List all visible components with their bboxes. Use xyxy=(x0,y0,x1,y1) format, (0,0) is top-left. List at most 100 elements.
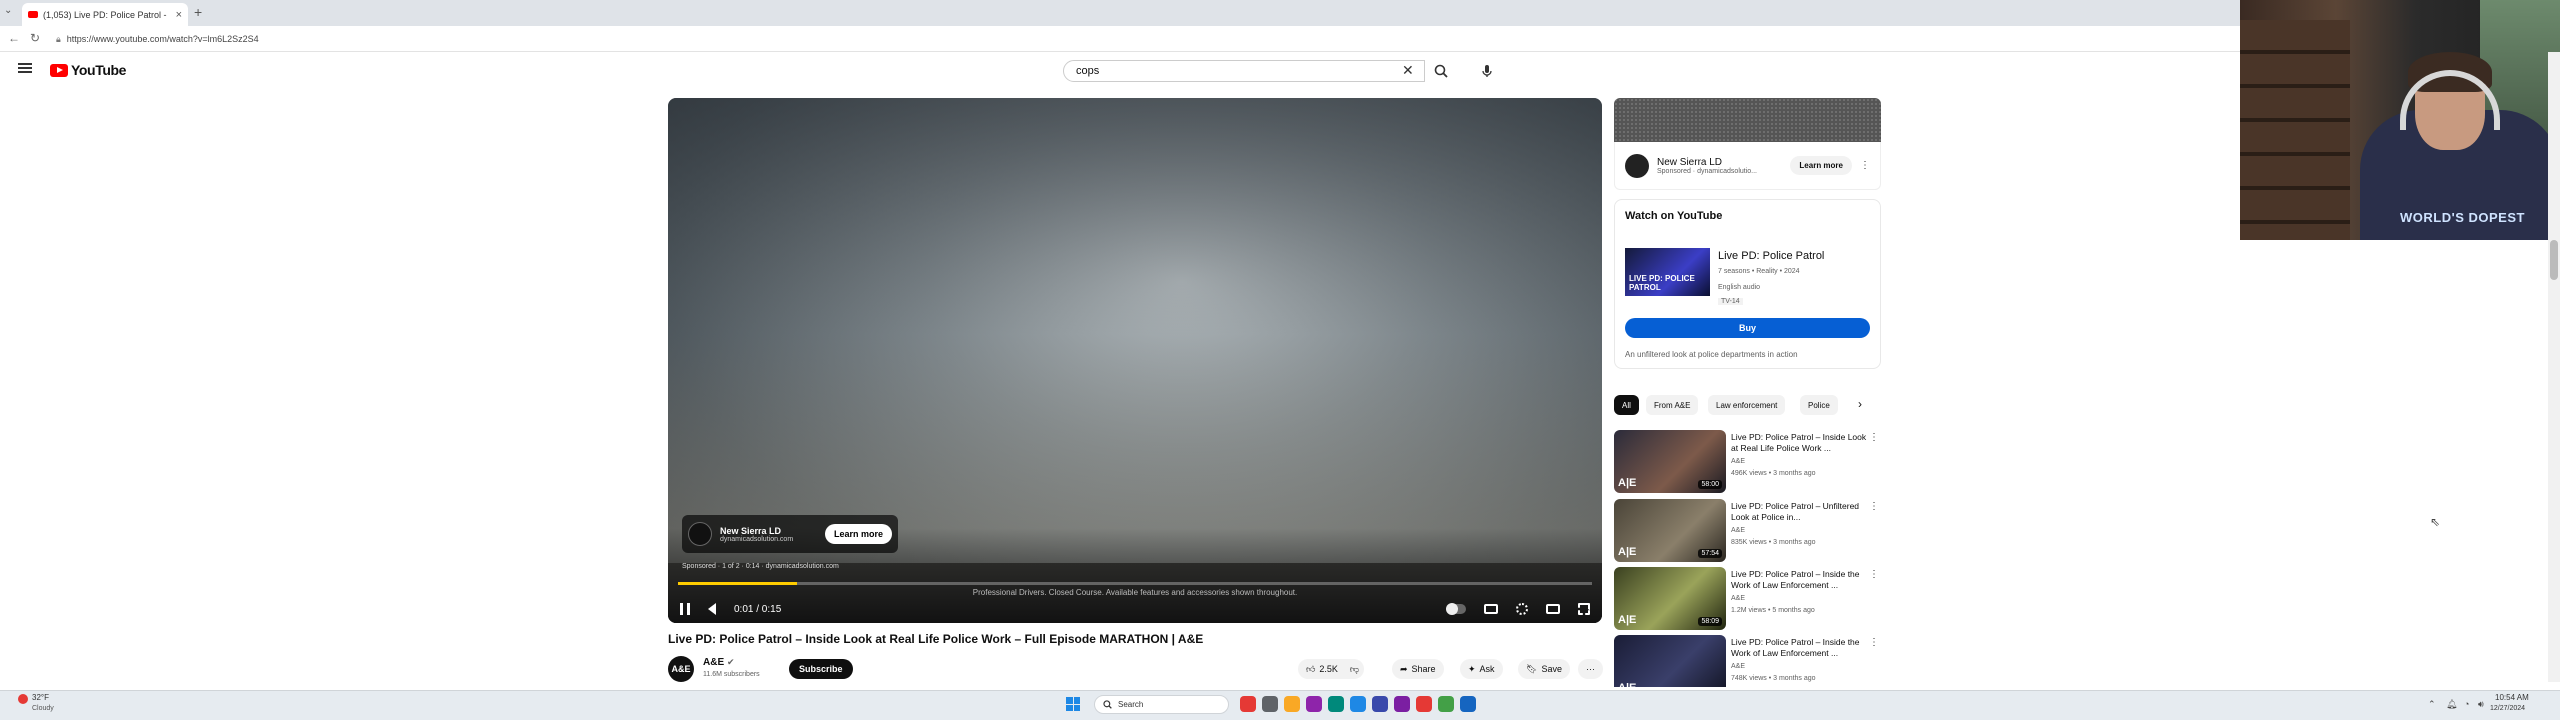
recommendation-item[interactable]: A|E 58:00 Live PD: Police Patrol – Insid… xyxy=(1614,430,1881,494)
sponsored-line: Sponsored · 1 of 2 · 0:14 · dynamicadsol… xyxy=(682,563,839,570)
tab-list-icon[interactable]: ⌄ xyxy=(4,5,12,16)
pause-icon[interactable] xyxy=(680,603,690,615)
more-actions-button[interactable]: ··· xyxy=(1578,659,1603,679)
buy-button[interactable]: Buy xyxy=(1625,318,1870,338)
recommendation-title[interactable]: Live PD: Police Patrol – Inside the Work… xyxy=(1731,569,1867,591)
taskbar-app-icon[interactable] xyxy=(1394,696,1410,712)
taskbar-app-icon[interactable] xyxy=(1262,696,1278,712)
volume-icon[interactable] xyxy=(708,603,716,615)
more-vert-icon[interactable]: ⋮ xyxy=(1860,160,1870,171)
channel-name[interactable]: A&E xyxy=(703,657,724,668)
reload-icon[interactable]: ↻ xyxy=(30,31,40,45)
scrollbar-thumb[interactable] xyxy=(2550,240,2558,280)
fullscreen-icon[interactable] xyxy=(1578,603,1590,615)
recommendation-title[interactable]: Live PD: Police Patrol – Unfiltered Look… xyxy=(1731,501,1867,523)
microphone-icon xyxy=(1482,65,1492,77)
like-icon[interactable]: 👍︎ xyxy=(1306,664,1315,675)
duration-badge: 57:54 xyxy=(1698,549,1722,558)
taskbar-app-icon[interactable] xyxy=(1460,696,1476,712)
like-count[interactable]: 2.5K xyxy=(1319,664,1338,674)
learn-more-button[interactable]: Learn more xyxy=(824,524,892,544)
video-player[interactable]: New Sierra LD dynamicadsolution.com Lear… xyxy=(668,98,1602,623)
duration-badge: 58:09 xyxy=(1698,617,1722,626)
show-thumbnail[interactable]: LIVE PD: POLICE PATROL xyxy=(1625,248,1710,296)
player-ad-card[interactable]: New Sierra LD dynamicadsolution.com Lear… xyxy=(682,515,898,553)
taskbar-app-icon[interactable] xyxy=(1416,696,1432,712)
show-title[interactable]: Live PD: Police Patrol xyxy=(1718,250,1824,262)
subscribe-button[interactable]: Subscribe xyxy=(789,659,853,679)
recommendation-item[interactable]: A|E 58:09 Live PD: Police Patrol – Insid… xyxy=(1614,567,1881,631)
recommendation-channel[interactable]: A&E xyxy=(1731,663,1745,670)
sidebar-ad-row[interactable]: New Sierra LD Sponsored · dynamicadsolut… xyxy=(1614,142,1881,190)
duration-badge: 58:00 xyxy=(1698,480,1722,489)
search-icon xyxy=(1103,700,1112,709)
close-tab-icon[interactable]: × xyxy=(176,9,182,21)
taskbar-app-icon[interactable] xyxy=(1372,696,1388,712)
wifi-icon[interactable]: ◔ xyxy=(2464,699,2469,709)
miniplayer-icon[interactable] xyxy=(1546,604,1560,614)
taskbar-app-icon[interactable] xyxy=(1284,696,1300,712)
taskbar-app-icon[interactable] xyxy=(1328,696,1344,712)
more-vert-icon[interactable]: ⋮ xyxy=(1869,501,1879,512)
chip-all[interactable]: All xyxy=(1614,395,1639,415)
search-button[interactable] xyxy=(1425,60,1457,82)
recommendation-channel[interactable]: A&E xyxy=(1731,458,1745,465)
share-button[interactable]: ➦ Share xyxy=(1392,659,1444,679)
taskbar-app-icon[interactable] xyxy=(1240,696,1256,712)
chip-from-ae[interactable]: From A&E xyxy=(1646,395,1699,415)
ask-label: Ask xyxy=(1479,664,1495,674)
clear-search-icon[interactable]: ✕ xyxy=(1402,62,1414,79)
show-meta: 7 seasons • Reality • 2024 xyxy=(1718,268,1800,275)
search-input[interactable]: cops xyxy=(1063,60,1425,82)
chevron-up-icon[interactable]: ⌃ xyxy=(2428,699,2436,710)
taskbar-app-icon[interactable] xyxy=(1306,696,1322,712)
clock-date[interactable]: 12/27/2024 xyxy=(2490,705,2525,712)
recommendation-title[interactable]: Live PD: Police Patrol – Inside the Work… xyxy=(1731,637,1867,659)
recommendation-title[interactable]: Live PD: Police Patrol – Inside Look at … xyxy=(1731,432,1867,454)
search-icon xyxy=(1434,64,1448,78)
sidebar-learn-more-button[interactable]: Learn more xyxy=(1790,156,1852,175)
dislike-icon[interactable]: 👎︎ xyxy=(1350,664,1359,675)
hamburger-menu-icon[interactable] xyxy=(18,63,32,73)
weather-icon[interactable] xyxy=(18,694,28,704)
recommendation-thumbnail[interactable]: A|E 58:00 xyxy=(1614,430,1726,493)
save-button[interactable]: 🔖︎ Save xyxy=(1518,659,1570,679)
recommendation-channel[interactable]: A&E xyxy=(1731,595,1745,602)
windows-start-icon[interactable] xyxy=(1066,697,1080,711)
settings-gear-icon[interactable] xyxy=(1516,603,1528,615)
back-icon[interactable]: ← xyxy=(8,31,20,45)
recommendation-channel[interactable]: A&E xyxy=(1731,527,1745,534)
page-scrollbar[interactable] xyxy=(2548,52,2560,682)
progress-fill xyxy=(678,582,797,585)
more-vert-icon[interactable]: ⋮ xyxy=(1869,569,1879,580)
taskbar-search[interactable]: Search xyxy=(1094,695,1229,714)
youtube-play-icon xyxy=(50,63,68,77)
chip-police[interactable]: Police xyxy=(1800,395,1838,415)
chevron-right-icon[interactable]: › xyxy=(1858,397,1862,411)
channel-avatar[interactable]: A&E xyxy=(668,656,694,682)
weather-temperature[interactable]: 32°F xyxy=(32,693,49,702)
recommendation-thumbnail[interactable]: A|E 57:54 xyxy=(1614,499,1726,562)
more-vert-icon[interactable]: ⋮ xyxy=(1869,637,1879,648)
new-tab-button[interactable]: + xyxy=(194,4,202,20)
notification-bell-icon[interactable]: 🔔︎ xyxy=(2446,699,2457,710)
recommendation-item[interactable]: A|E 57:54 Live PD: Police Patrol – Unfil… xyxy=(1614,499,1881,563)
chip-law-enforcement[interactable]: Law enforcement xyxy=(1708,395,1786,415)
taskbar-app-icon[interactable] xyxy=(1350,696,1366,712)
more-vert-icon[interactable]: ⋮ xyxy=(1869,432,1879,443)
recommendation-thumbnail[interactable]: A|E xyxy=(1614,635,1726,687)
recommendation-item[interactable]: A|E Live PD: Police Patrol – Inside the … xyxy=(1614,635,1881,687)
voice-search-button[interactable] xyxy=(1476,60,1498,82)
taskbar-app-icon[interactable] xyxy=(1438,696,1454,712)
clock-time[interactable]: 10:54 AM xyxy=(2495,693,2529,702)
recommendation-thumbnail[interactable]: A|E 58:09 xyxy=(1614,567,1726,630)
youtube-logo[interactable]: YouTube xyxy=(50,62,126,78)
browser-tab[interactable]: (1,053) Live PD: Police Patrol - × xyxy=(22,3,188,26)
speaker-icon[interactable]: 🔊︎ xyxy=(2478,699,2484,710)
captions-icon[interactable] xyxy=(1484,604,1498,614)
progress-track[interactable] xyxy=(678,582,1592,585)
sidebar-ad-banner[interactable] xyxy=(1614,98,1881,142)
ask-button[interactable]: ✦ Ask xyxy=(1460,659,1503,679)
url-field[interactable]: 🔒︎ https://www.youtube.com/watch?v=lm6L2… xyxy=(56,30,1456,48)
autoplay-toggle[interactable] xyxy=(1446,603,1466,615)
